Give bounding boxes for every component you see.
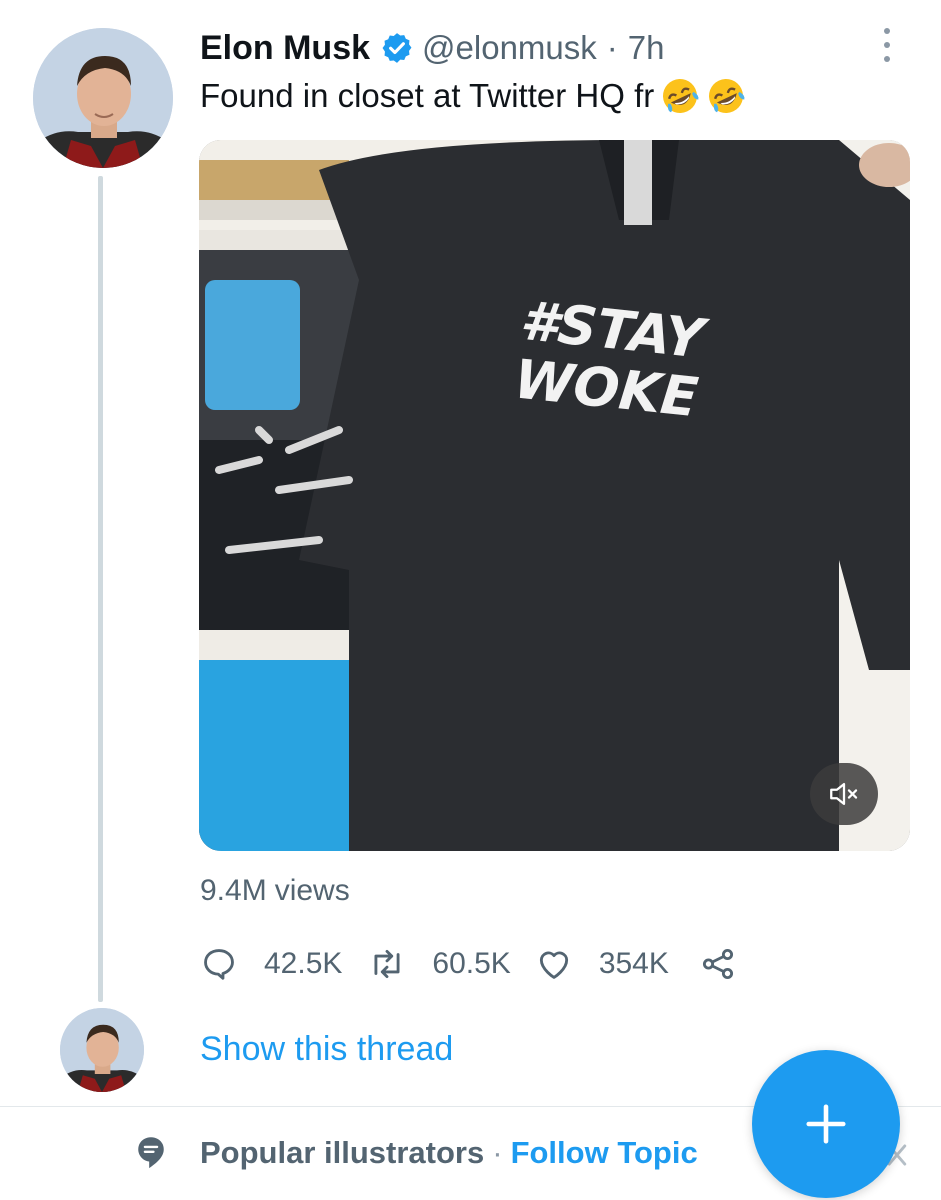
heart-icon — [539, 951, 568, 979]
author-name[interactable]: Elon Musk — [200, 29, 370, 68]
share-icon — [702, 948, 733, 980]
compose-tweet-button[interactable] — [752, 1050, 900, 1198]
verified-badge-icon — [380, 31, 414, 65]
speaker-muted-icon[interactable] — [810, 763, 878, 825]
rolling-on-floor-laughing-emoji — [706, 76, 746, 116]
view-count: 9.4M views — [200, 874, 350, 908]
topic-row: Popular illustrators · Follow Topic — [136, 1130, 698, 1176]
topic-separator: · — [492, 1135, 503, 1170]
header-separator: · — [606, 29, 618, 66]
show-thread-link[interactable]: Show this thread — [200, 1030, 453, 1069]
follow-topic-button[interactable]: Follow Topic — [511, 1135, 698, 1171]
tweet-action-bar: 42.5K 60.5K 354K — [200, 940, 737, 988]
tweet-video[interactable]: #STAY WOKE — [199, 140, 910, 851]
shirt-print: #STAY WOKE — [511, 289, 707, 430]
tweet-header: Elon Musk @elonmusk · 7h — [200, 24, 664, 72]
retweet-icon — [374, 949, 400, 979]
author-avatar[interactable] — [33, 28, 173, 168]
like-count: 354K — [598, 947, 669, 980]
view-count-value: 9.4M — [200, 874, 267, 907]
share-button[interactable] — [699, 945, 737, 983]
plus-icon — [806, 1104, 846, 1144]
retweet-count: 60.5K — [432, 947, 511, 980]
tweet-timestamp[interactable]: 7h — [628, 29, 665, 67]
author-handle[interactable]: @elonmusk — [422, 29, 597, 67]
reply-button[interactable]: 42.5K — [200, 945, 342, 983]
thread-author-avatar[interactable] — [60, 1008, 144, 1092]
like-button[interactable]: 354K — [535, 945, 669, 983]
more-options-icon[interactable] — [872, 24, 902, 66]
reply-count: 42.5K — [264, 947, 343, 980]
view-count-label: views — [274, 874, 350, 907]
rolling-on-floor-laughing-emoji — [660, 76, 700, 116]
tweet-text: Found in closet at Twitter HQ fr — [200, 76, 746, 116]
retweet-button[interactable]: 60.5K — [368, 945, 511, 983]
tweet-body: Found in closet at Twitter HQ fr — [200, 77, 655, 114]
topic-icon — [136, 1136, 166, 1170]
thread-connector-line — [98, 176, 103, 1002]
topic-name[interactable]: Popular illustrators — [200, 1135, 484, 1171]
reply-icon — [204, 949, 234, 980]
